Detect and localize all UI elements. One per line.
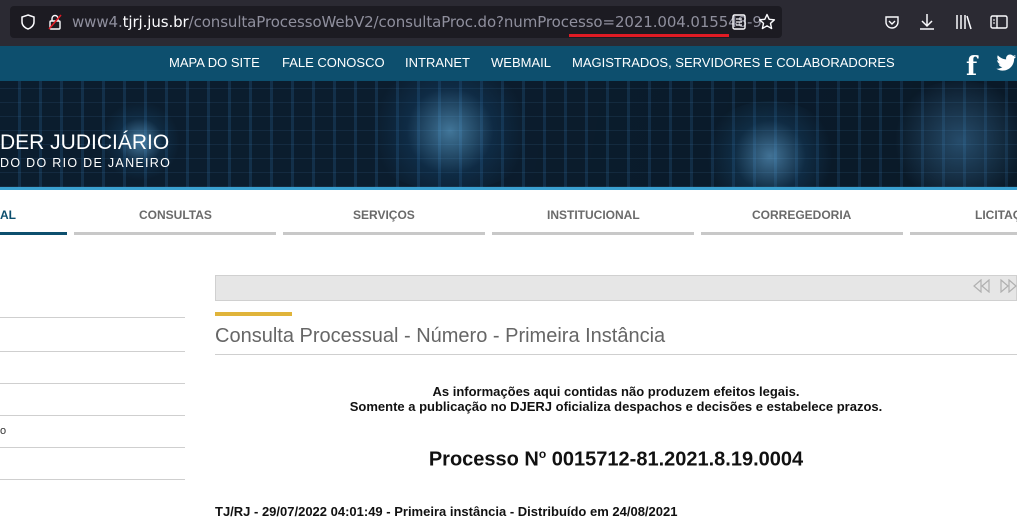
sidebar-divider [0, 479, 185, 480]
menu-underline [910, 232, 1017, 235]
sidebar-item-label[interactable]: o [0, 425, 6, 437]
url-annotation-underline [569, 34, 729, 37]
page-title: Consulta Processual - Número - Primeira … [215, 325, 666, 347]
topnav-link-magistrados[interactable]: MAGISTRADOS, SERVIDORES E COLABORADORES [572, 55, 895, 70]
sidebar-divider [0, 383, 185, 384]
download-icon[interactable] [919, 13, 935, 35]
menu-item-principal[interactable]: AL [0, 208, 16, 222]
menu-item-institucional[interactable]: INSTITUCIONAL [547, 208, 640, 222]
banner-title: DER JUDICIÁRIO [0, 131, 170, 154]
pocket-icon[interactable] [884, 14, 900, 34]
bookmark-star-icon[interactable] [758, 13, 776, 35]
menu-item-servicos[interactable]: SERVIÇOS [353, 208, 415, 222]
sidebar-divider [0, 351, 185, 352]
browser-toolbar: www4.tjrj.jus.br/consultaProcessoWebV2/c… [0, 0, 1017, 46]
header-banner: DER JUDICIÁRIO DO DO RIO DE JANEIRO [0, 81, 1017, 187]
process-status-line: TJ/RJ - 29/07/2022 04:01:49 - Primeira i… [215, 504, 678, 519]
topnav-link-fale-conosco[interactable]: FALE CONOSCO [282, 55, 385, 70]
process-number: 0015712-81.2021.8.19.0004 [551, 448, 804, 471]
sidebar-divider [0, 317, 185, 318]
facebook-icon[interactable]: f [966, 52, 977, 82]
sidebar-divider [0, 447, 185, 448]
menu-item-corregedoria[interactable]: CORREGEDORIA [752, 208, 851, 222]
sidebar-divider [0, 415, 185, 416]
url-domain: tjrj.jus.br [122, 13, 189, 31]
url-text[interactable]: www4.tjrj.jus.br/consultaProcessoWebV2/c… [72, 13, 762, 31]
banner-divider [0, 187, 1017, 190]
menu-underline [492, 232, 694, 235]
legal-notice-line-1: As informações aqui contidas não produze… [432, 384, 800, 399]
reader-view-icon[interactable] [732, 14, 746, 34]
process-ordinal: o [538, 447, 547, 461]
topnav-link-mapa-do-site[interactable]: MAPA DO SITE [169, 55, 260, 70]
menu-item-licitacoes[interactable]: LICITAÇ [975, 208, 1017, 222]
topnav-link-webmail[interactable]: WEBMAIL [491, 55, 551, 70]
menu-item-consultas[interactable]: CONSULTAS [139, 208, 212, 222]
menu-underline [74, 232, 276, 235]
process-label: Processo N [428, 448, 539, 471]
legal-notice-line-2: Somente a publicação no DJERJ oficializa… [349, 399, 883, 414]
url-prefix: www4. [72, 13, 123, 31]
title-accent-bar [215, 312, 292, 316]
banner-subtitle: DO DO RIO DE JANEIRO [0, 156, 172, 170]
next-page-icon[interactable] [1000, 278, 1017, 297]
url-path: /consultaProcessoWebV2/consultaProc.do?n… [188, 13, 603, 31]
menu-underline [283, 232, 485, 235]
menu-underline-active [0, 232, 67, 235]
result-toolbar [215, 275, 1017, 301]
first-page-icon[interactable] [972, 278, 990, 297]
topnav-link-intranet[interactable]: INTRANET [405, 55, 470, 70]
title-divider [215, 354, 1017, 355]
banner-light-flare [360, 81, 540, 187]
process-number-heading: Processo No 0015712-81.2021.8.19.0004 [215, 447, 1017, 472]
menu-underline [701, 232, 903, 235]
shield-icon[interactable] [20, 14, 36, 34]
library-icon[interactable] [955, 14, 973, 34]
lock-icon[interactable] [48, 14, 62, 34]
sidebar-icon[interactable] [990, 14, 1008, 34]
twitter-icon[interactable] [996, 52, 1017, 79]
